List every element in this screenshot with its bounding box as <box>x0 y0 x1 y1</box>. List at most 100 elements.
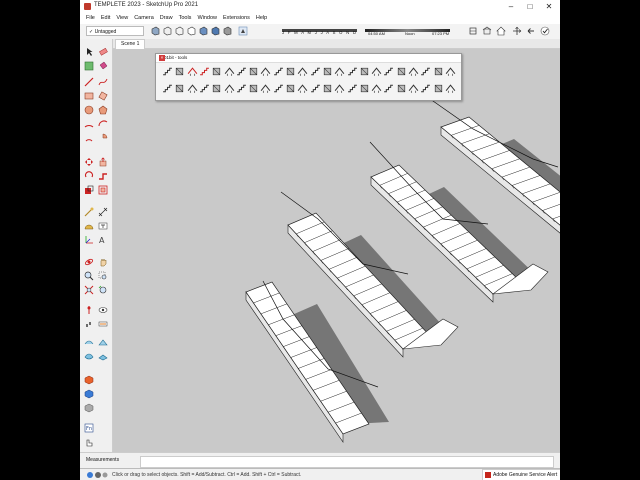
move-arrows-icon[interactable] <box>512 26 522 36</box>
beam-icon-2[interactable] <box>236 83 247 94</box>
zoom-window-icon[interactable] <box>98 271 108 281</box>
smoove-icon[interactable] <box>84 351 94 361</box>
paint-bucket-icon[interactable] <box>98 61 108 71</box>
zoom-extents-icon[interactable] <box>84 285 94 295</box>
walk-icon[interactable] <box>84 319 94 329</box>
slab-icon-1[interactable] <box>359 66 370 77</box>
door-icon-2[interactable] <box>297 83 308 94</box>
extrude-icon-2[interactable] <box>433 83 444 94</box>
protractor-icon[interactable] <box>84 221 94 231</box>
column-icon-2[interactable] <box>248 83 259 94</box>
previous-view-icon[interactable] <box>98 285 108 295</box>
style-back-edges-icon[interactable] <box>162 26 172 36</box>
tape-measure-icon[interactable] <box>84 207 94 217</box>
column-icon-1[interactable] <box>248 66 259 77</box>
menu-file[interactable]: File <box>86 13 95 24</box>
rafter-icon-2[interactable] <box>224 83 235 94</box>
frame-icon-1[interactable] <box>310 66 321 77</box>
wall-icon-1[interactable] <box>260 66 271 77</box>
freehand-icon[interactable] <box>98 77 108 87</box>
look-around-icon[interactable] <box>98 305 108 315</box>
style-xray-icon[interactable] <box>150 26 160 36</box>
ruby-console-icon[interactable]: Fn <box>84 423 94 433</box>
spiral-icon-2[interactable] <box>174 83 185 94</box>
style-shaded-icon[interactable] <box>198 26 208 36</box>
3d-warehouse-icon[interactable] <box>84 389 94 399</box>
door-icon-1[interactable] <box>297 66 308 77</box>
opening-icon-2[interactable] <box>273 83 284 94</box>
pie-icon[interactable] <box>98 133 108 143</box>
push-pull-icon[interactable] <box>98 157 108 167</box>
floating-toolbar-close-button[interactable]: × <box>159 55 165 61</box>
sandbox-contours-icon[interactable] <box>84 337 94 347</box>
cursor-hand-icon[interactable] <box>84 437 94 447</box>
spiral-icon-1[interactable] <box>174 66 185 77</box>
menu-help[interactable]: Help <box>256 13 267 24</box>
curve-icon-1[interactable] <box>199 66 210 77</box>
truss-icon-1[interactable] <box>334 66 345 77</box>
two-point-arc-icon[interactable] <box>98 119 108 129</box>
pan-hand-icon[interactable] <box>98 257 108 267</box>
component-icon[interactable] <box>468 26 478 36</box>
loft-icon-2[interactable] <box>445 83 456 94</box>
close-button[interactable]: ✕ <box>542 1 556 12</box>
scale-tool-icon[interactable] <box>84 185 94 195</box>
window-icon-1[interactable] <box>285 66 296 77</box>
minimize-button[interactable]: – <box>504 1 518 12</box>
offset-icon[interactable] <box>98 185 108 195</box>
louver-icon-2[interactable] <box>371 83 382 94</box>
line-tool-icon[interactable] <box>84 77 94 87</box>
array-icon-1[interactable] <box>396 66 407 77</box>
frame-icon-2[interactable] <box>310 83 321 94</box>
menu-camera[interactable]: Camera <box>134 13 154 24</box>
align-icon-1[interactable] <box>420 66 431 77</box>
make-component-icon[interactable] <box>84 61 94 71</box>
window-icon-2[interactable] <box>285 83 296 94</box>
extension-manager-icon[interactable] <box>84 403 94 413</box>
back-arrow-icon[interactable] <box>526 26 536 36</box>
eraser-icon[interactable] <box>98 47 108 57</box>
section-plane-icon[interactable] <box>98 319 108 329</box>
style-hidden-line-icon[interactable] <box>186 26 196 36</box>
grid-icon-2[interactable] <box>383 83 394 94</box>
array-icon-2[interactable] <box>396 83 407 94</box>
stamp-icon[interactable] <box>98 351 108 361</box>
style-textured-icon[interactable] <box>210 26 220 36</box>
style-wireframe-icon[interactable] <box>174 26 184 36</box>
stair-icon-2[interactable] <box>162 83 173 94</box>
style-monochrome-icon[interactable] <box>222 26 232 36</box>
menu-tools[interactable]: Tools <box>179 13 192 24</box>
opening-icon-1[interactable] <box>273 66 284 77</box>
extension-warehouse-icon[interactable] <box>84 375 94 385</box>
roof-icon-1[interactable] <box>211 66 222 77</box>
menu-draw[interactable]: Draw <box>160 13 173 24</box>
warehouse-icon[interactable] <box>482 26 492 36</box>
shadows-toggle-icon[interactable] <box>238 26 248 36</box>
maximize-button[interactable]: □ <box>523 1 537 12</box>
grid-icon-1[interactable] <box>383 66 394 77</box>
rotated-rectangle-icon[interactable] <box>98 91 108 101</box>
sandbox-scratch-icon[interactable] <box>98 337 108 347</box>
dimension-icon[interactable] <box>98 207 108 217</box>
menu-view[interactable]: View <box>116 13 128 24</box>
scene-tab-1[interactable]: Scene 1 <box>115 39 146 49</box>
position-camera-icon[interactable] <box>84 305 94 315</box>
railing-icon-2[interactable] <box>322 83 333 94</box>
purlin-icon-2[interactable] <box>347 83 358 94</box>
slab-icon-2[interactable] <box>359 83 370 94</box>
orbit-icon[interactable] <box>84 257 94 267</box>
3d-text-icon[interactable]: A <box>98 235 108 245</box>
arc-stair-icon-2[interactable] <box>187 83 198 94</box>
railing-icon-1[interactable] <box>322 66 333 77</box>
rotate-tool-icon[interactable] <box>84 171 94 181</box>
truss-icon-2[interactable] <box>334 83 345 94</box>
text-tool-icon[interactable] <box>98 221 108 231</box>
notification-toast[interactable]: Adobe Genuine Service Alert <box>482 469 560 480</box>
menu-window[interactable]: Window <box>197 13 217 24</box>
align-icon-2[interactable] <box>420 83 431 94</box>
checkmark-icon[interactable] <box>540 26 550 36</box>
status-info-icons[interactable] <box>86 471 108 479</box>
follow-me-icon[interactable] <box>98 171 108 181</box>
menu-edit[interactable]: Edit <box>101 13 110 24</box>
loft-icon-1[interactable] <box>445 66 456 77</box>
